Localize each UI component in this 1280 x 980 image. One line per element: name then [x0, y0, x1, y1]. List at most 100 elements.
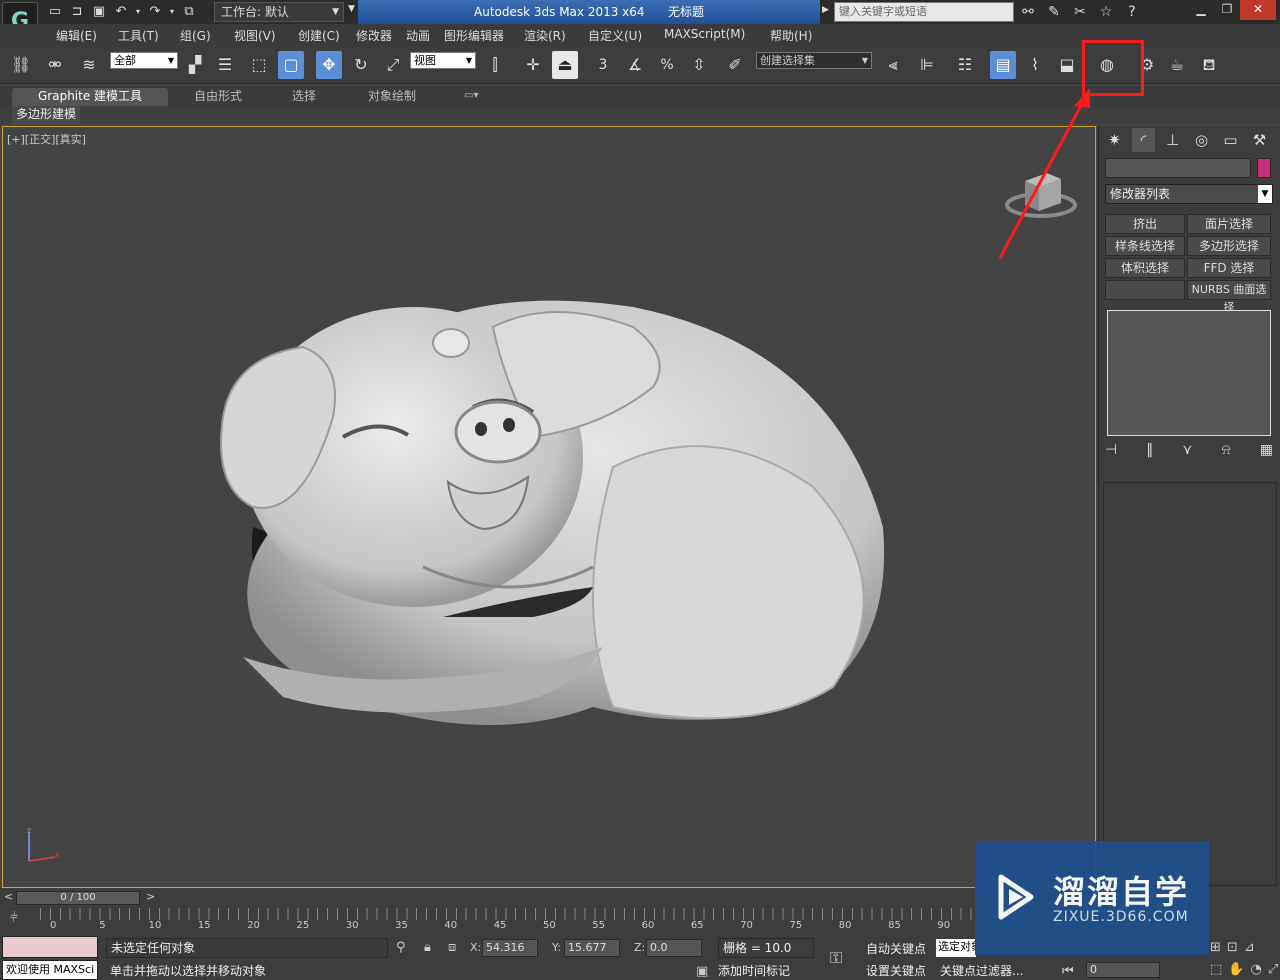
workspace-dropdown[interactable]: 工作台: 默认 ▼	[214, 2, 344, 22]
redo-dropdown-icon[interactable]: ▾	[168, 3, 176, 21]
select-and-scale-icon[interactable]: ⤢	[380, 51, 406, 79]
selection-filter-dropdown[interactable]: 全部 ▼	[110, 52, 178, 69]
open-file-icon[interactable]: ⊐	[68, 3, 86, 21]
select-and-rotate-icon[interactable]: ↻	[348, 51, 374, 79]
menu-edit[interactable]: 编辑(E)	[56, 27, 97, 44]
search-input[interactable]: 键入关键字或短语	[834, 2, 1014, 22]
prev-frame-arrow-icon[interactable]: <	[4, 890, 13, 903]
menu-graph-editors[interactable]: 图形编辑器	[444, 27, 504, 44]
region-zoom-icon[interactable]: ⬚	[1210, 962, 1222, 977]
new-file-icon[interactable]: ▭	[46, 3, 64, 21]
nurbs-surface-select-button[interactable]: NURBS 曲面选择	[1187, 280, 1271, 314]
modify-panel-icon[interactable]: ◜	[1132, 128, 1155, 152]
help-icon[interactable]: ?	[1122, 2, 1142, 22]
extrude-button[interactable]: 挤出	[1105, 214, 1185, 234]
rectangular-selection-icon[interactable]: ⬚	[246, 51, 272, 79]
isolate-selection-icon[interactable]: ⚲	[396, 940, 406, 955]
viewport-front[interactable]: [+][正交][真实] z x	[2, 126, 1096, 888]
zoom-extents-icon[interactable]: ⊞	[1210, 940, 1221, 955]
align-icon[interactable]: ⊫	[914, 51, 940, 79]
object-name-field[interactable]	[1105, 158, 1251, 178]
show-end-result-icon[interactable]: ‖	[1146, 442, 1153, 458]
keyboard-shortcut-override-icon[interactable]: ⏏	[552, 51, 578, 79]
create-panel-icon[interactable]: ✷	[1103, 128, 1126, 152]
set-key-button[interactable]: 设置关键点	[866, 962, 926, 979]
add-time-tag-button[interactable]: 添加时间标记	[718, 962, 790, 979]
menu-rendering[interactable]: 渲染(R)	[524, 27, 566, 44]
search-expand-icon[interactable]: ▶	[822, 5, 829, 15]
pivot-center-icon[interactable]: ⫿	[482, 51, 508, 79]
curve-editor-icon[interactable]: ⌇	[1022, 51, 1048, 79]
configure-modifier-sets-icon[interactable]: ▦	[1260, 442, 1273, 458]
empty-modifier-button[interactable]	[1105, 280, 1185, 300]
pan-icon[interactable]: ✋	[1228, 962, 1244, 977]
maximize-viewport-icon[interactable]: ⤢	[1268, 962, 1278, 977]
ffd-select-button[interactable]: FFD 选择	[1187, 258, 1271, 278]
edit-named-selection-icon[interactable]: ✐	[722, 51, 748, 79]
hierarchy-panel-icon[interactable]: ⊥	[1161, 128, 1184, 152]
menu-views[interactable]: 视图(V)	[234, 27, 276, 44]
poly-select-button[interactable]: 多边形选择	[1187, 236, 1271, 256]
modifier-stack[interactable]	[1107, 310, 1271, 436]
menu-maxscript[interactable]: MAXScript(M)	[664, 27, 745, 41]
percent-snap-icon[interactable]: %	[654, 51, 680, 79]
curve-editor-mini-icon[interactable]: ⫩	[10, 910, 18, 926]
viewport-label[interactable]: [+][正交][真实]	[7, 131, 86, 147]
display-panel-icon[interactable]: ▭	[1219, 128, 1242, 152]
auto-key-button[interactable]: 自动关键点	[866, 940, 926, 957]
absolute-mode-icon[interactable]: ⧈	[448, 940, 456, 955]
orbit-icon[interactable]: ◔	[1250, 962, 1261, 977]
graphite-ribbon-toggle-icon[interactable]: ▤	[990, 51, 1016, 79]
minimize-icon[interactable]: ▁	[1188, 0, 1214, 20]
menu-create[interactable]: 创建(C)	[298, 27, 340, 44]
volume-select-button[interactable]: 体积选择	[1105, 258, 1185, 278]
ribbon-options-icon[interactable]: ▭▾	[464, 88, 478, 106]
rendered-frame-window-icon[interactable]: ☕	[1164, 51, 1190, 79]
maxscript-listener-mini[interactable]	[2, 936, 98, 958]
menu-group[interactable]: 组(G)	[180, 27, 211, 44]
key-selection-dropdown[interactable]: 选定对象	[936, 939, 976, 957]
window-crossing-icon[interactable]: ▢	[278, 51, 304, 79]
modifier-list-dropdown[interactable]: 修改器列表 ▼	[1105, 184, 1273, 204]
remove-modifier-icon[interactable]: ⍾	[1221, 442, 1230, 458]
next-frame-arrow-icon[interactable]: >	[146, 890, 155, 903]
binoculars-icon[interactable]: ⚯	[1018, 2, 1038, 22]
select-and-move-icon[interactable]: ✥	[316, 51, 342, 79]
y-coord-field[interactable]: 15.677	[564, 939, 620, 957]
go-to-start-icon[interactable]: ⏮	[1062, 964, 1074, 979]
mirror-icon[interactable]: ⫷	[880, 51, 906, 79]
unlink-icon[interactable]: ⚮	[42, 51, 68, 79]
angle-snap-icon[interactable]: ∡	[622, 51, 648, 79]
parameters-rollout-area[interactable]	[1103, 482, 1277, 886]
project-folder-icon[interactable]: ⧉	[180, 3, 198, 21]
field-of-view-icon[interactable]: ⊿	[1244, 940, 1255, 955]
current-frame-field[interactable]: 0	[1086, 962, 1160, 978]
time-slider[interactable]: 0 / 100	[16, 891, 140, 905]
tab-selection[interactable]: 选择	[292, 88, 316, 106]
motion-panel-icon[interactable]: ◎	[1190, 128, 1213, 152]
select-by-name-icon[interactable]: ☰	[212, 51, 238, 79]
tab-object-paint[interactable]: 对象绘制	[368, 88, 416, 106]
named-selection-dropdown[interactable]: 创建选择集 ▼	[756, 52, 872, 69]
menu-modifiers[interactable]: 修改器	[356, 27, 392, 44]
manipulate-icon[interactable]: ✛	[520, 51, 546, 79]
polygon-modeling-panel[interactable]: 多边形建模	[12, 106, 81, 124]
zoom-extents-all-icon[interactable]: ⊡	[1227, 940, 1238, 955]
render-production-icon[interactable]: ⛾	[1196, 51, 1222, 79]
menu-customize[interactable]: 自定义(U)	[588, 27, 642, 44]
undo-icon[interactable]: ↶	[112, 3, 130, 21]
pig-model[interactable]	[213, 267, 903, 747]
redo-icon[interactable]: ↷	[146, 3, 164, 21]
select-object-icon[interactable]: ▞	[182, 51, 208, 79]
utilities-panel-icon[interactable]: ⚒	[1248, 128, 1271, 152]
time-tag-icon[interactable]: ▣	[696, 964, 708, 979]
tab-freeform[interactable]: 自由形式	[194, 88, 242, 106]
key-filters-button[interactable]: 关键点过滤器...	[940, 962, 1023, 979]
communication-icon[interactable]: ✂	[1070, 2, 1090, 22]
z-coord-field[interactable]: 0.0	[646, 939, 702, 957]
patch-select-button[interactable]: 面片选择	[1187, 214, 1271, 234]
spline-select-button[interactable]: 样条线选择	[1105, 236, 1185, 256]
menu-help[interactable]: 帮助(H)	[770, 27, 812, 44]
favorites-star-icon[interactable]: ☆	[1096, 2, 1116, 22]
maximize-icon[interactable]: ❐	[1214, 0, 1240, 20]
